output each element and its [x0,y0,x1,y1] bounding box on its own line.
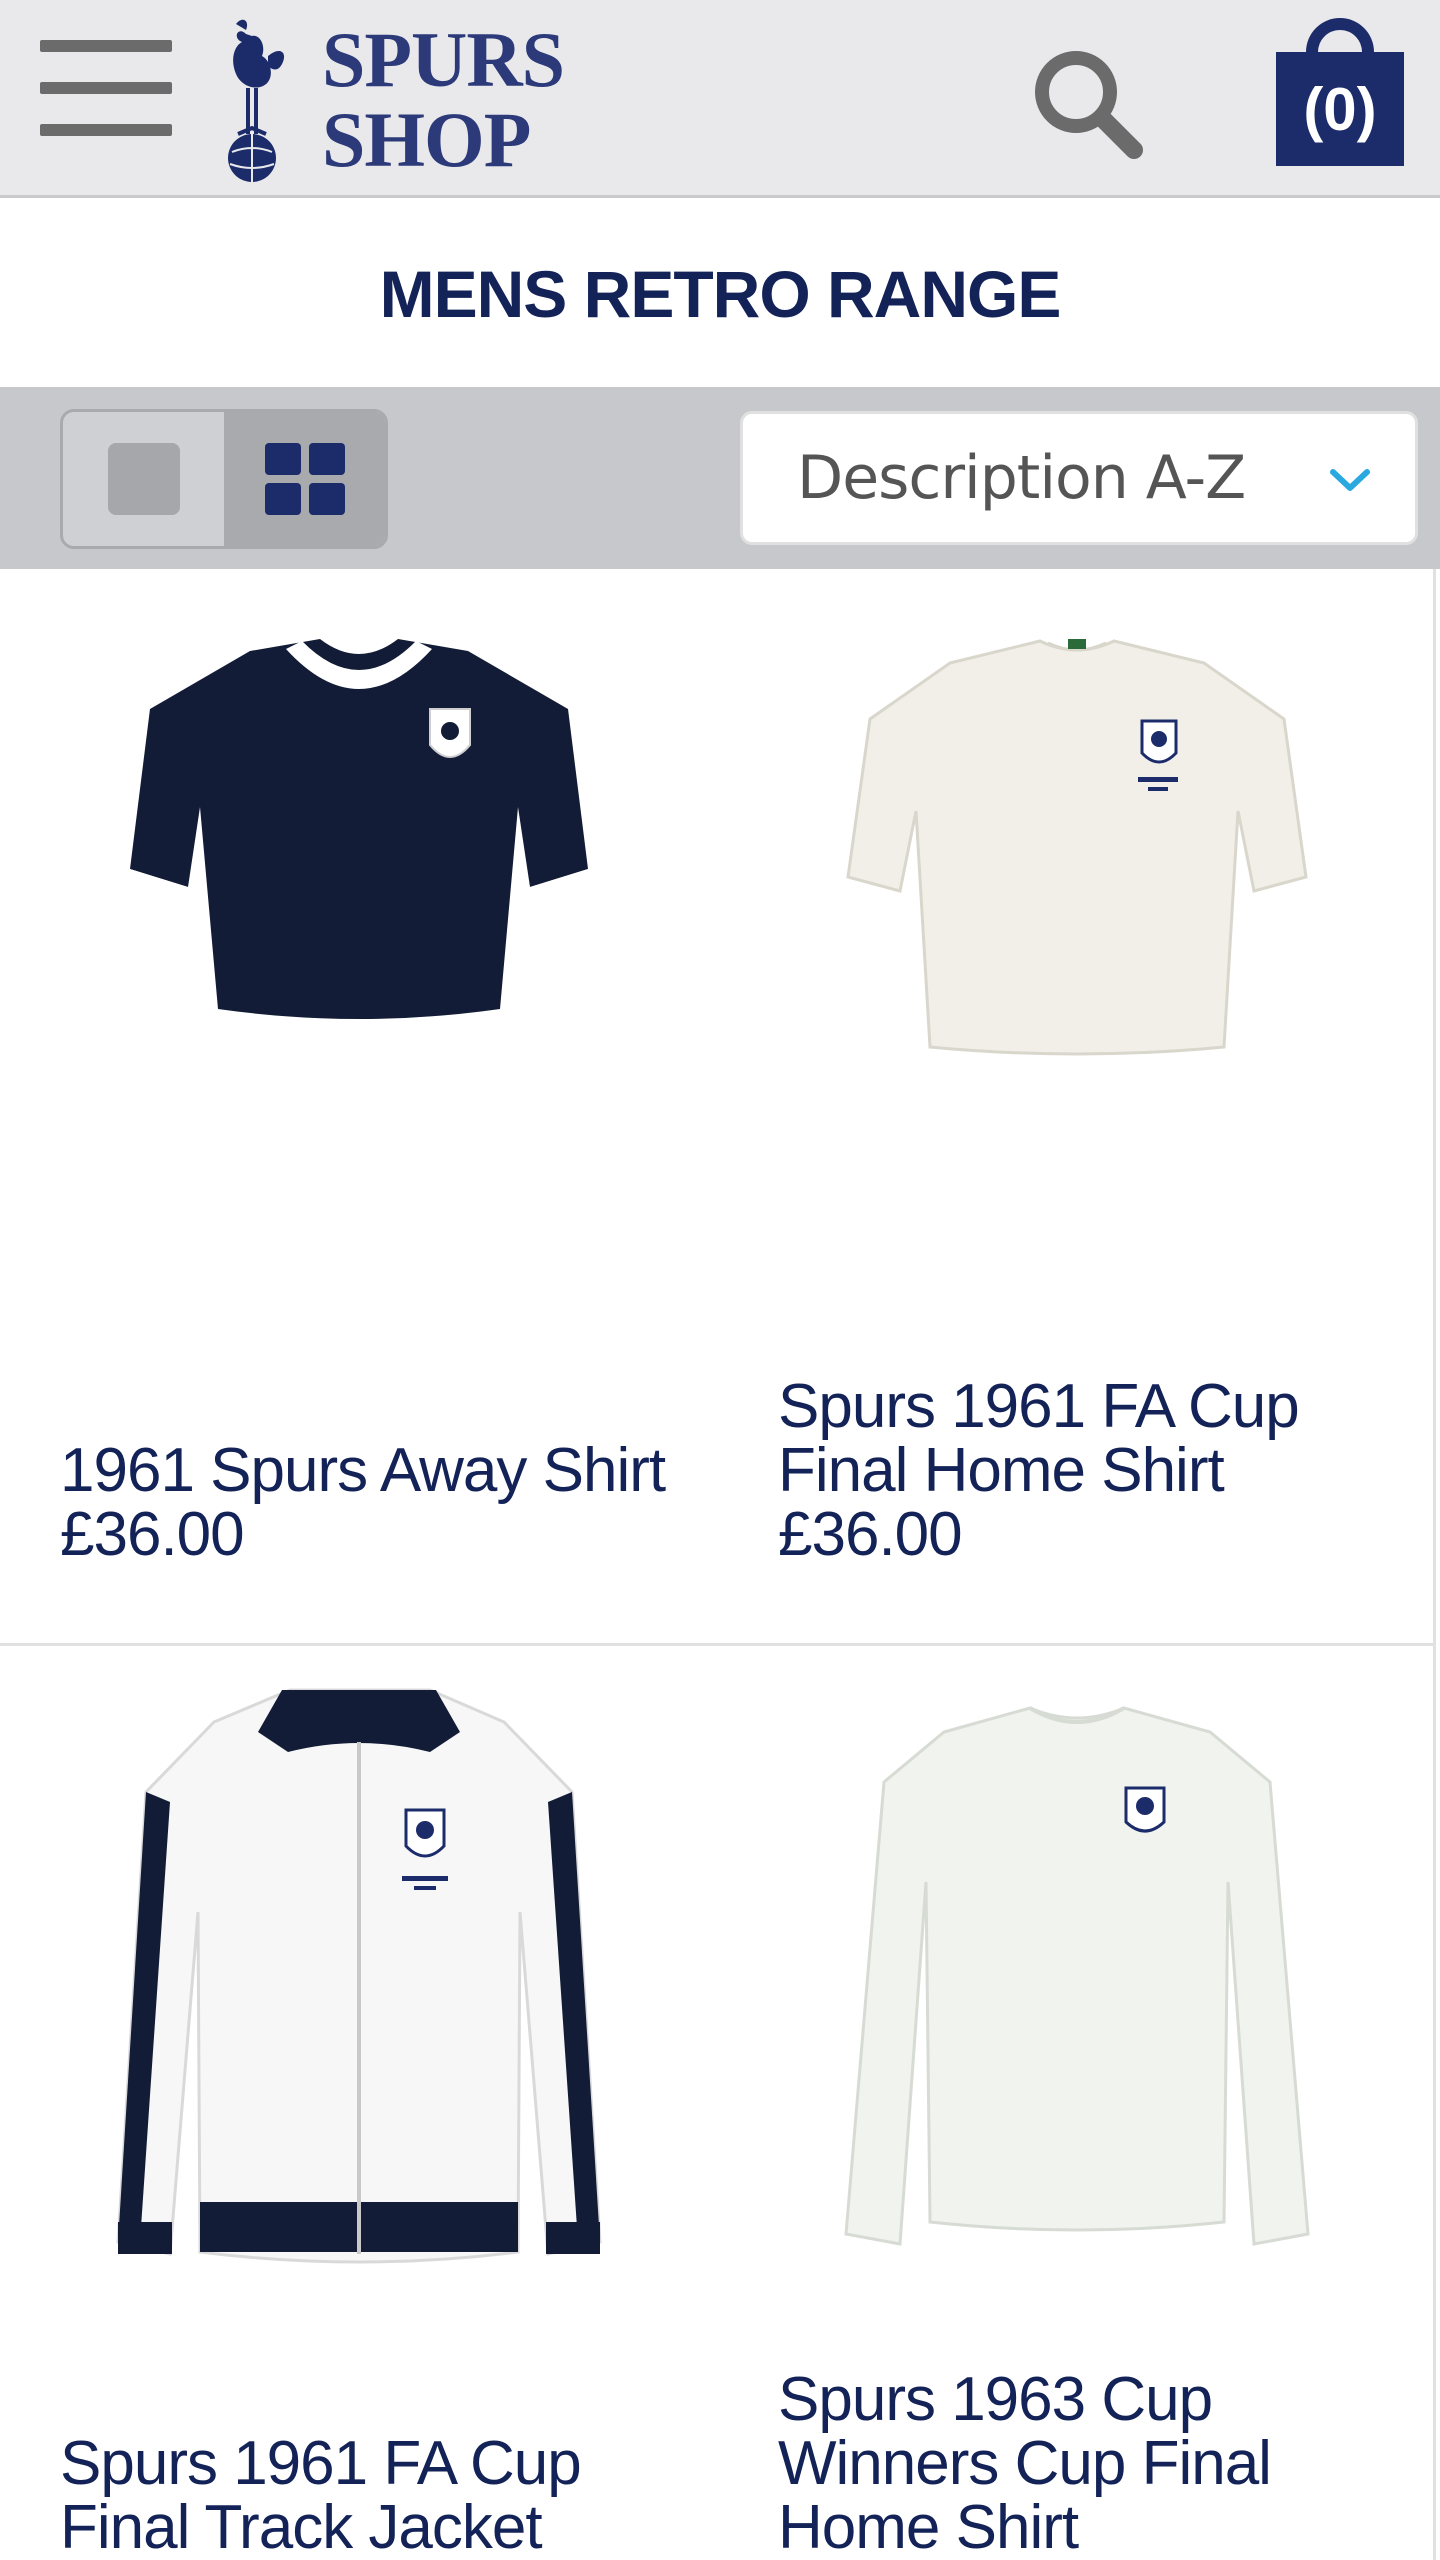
product-image-away-shirt [128,639,590,1019]
single-view-icon [107,443,180,515]
page-title: MENS RETRO RANGE [379,257,1062,331]
product-card[interactable]: Spurs 1963 Cup Winners Cup Final Home Sh… [718,1646,1436,2560]
view-toggle [60,409,388,549]
product-grid: 1961 Spurs Away Shirt £36.00 Spurs 1961 … [0,569,1436,2560]
shopping-bag-icon[interactable]: (0) [1276,18,1404,166]
product-name: Spurs 1963 Cup Winners Cup Final Home Sh… [778,2365,1272,2560]
sort-selected-value: Description A-Z [797,443,1246,513]
product-image-home-shirt [846,639,1308,1056]
search-icon[interactable] [1026,42,1146,162]
grid-view-button[interactable] [224,412,385,546]
chevron-down-icon [1330,469,1370,491]
site-header: SPURS SHOP (0) [0,0,1440,198]
single-view-button[interactable] [63,412,224,546]
product-name: 1961 Spurs Away Shirt [60,1436,666,1505]
product-price: £36.00 [778,1500,963,1569]
product-name: Spurs 1961 FA Cup Final Track Jacket [60,2429,582,2560]
sort-dropdown[interactable]: Description A-Z [740,411,1418,545]
cart-count: (0) [1303,75,1377,143]
spurs-shop-logo[interactable]: SPURS SHOP [216,16,586,184]
product-card[interactable]: Spurs 1961 FA Cup Final Home Shirt £36.0… [718,569,1436,1643]
product-card[interactable]: 1961 Spurs Away Shirt £36.00 [0,569,718,1643]
product-image-track-jacket [116,1688,602,2264]
page-title-bar: MENS RETRO RANGE [0,201,1440,387]
grid-view-icon [264,443,345,515]
product-image-1963-shirt [844,1706,1310,2246]
hamburger-menu-icon[interactable] [40,38,172,138]
product-card[interactable]: Spurs 1961 FA Cup Final Track Jacket [0,1646,718,2560]
listing-toolbar: Description A-Z [0,387,1440,569]
cockerel-logo-icon [228,19,285,182]
logo-line-shop: SHOP [322,96,531,183]
product-price: £36.00 [60,1500,245,1569]
logo-line-spurs: SPURS [322,16,565,103]
product-name: Spurs 1961 FA Cup Final Home Shirt [778,1372,1300,1505]
